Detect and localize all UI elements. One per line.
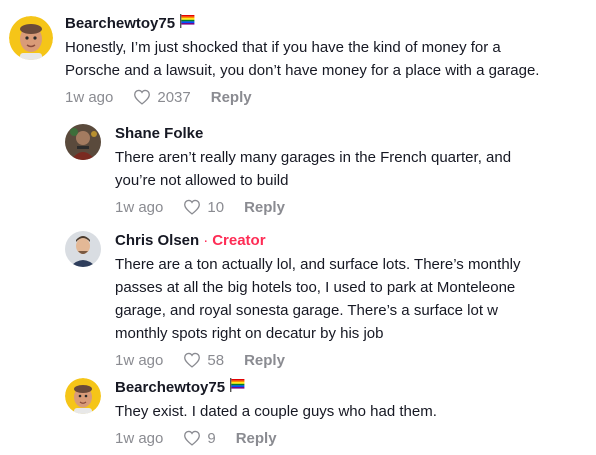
username[interactable]: Shane Folke <box>115 124 203 144</box>
like-button[interactable]: 58 <box>183 352 224 369</box>
timestamp: 1w ago <box>115 198 164 216</box>
comment-text-line: There aren’t really many garages in the … <box>115 149 512 166</box>
avatar[interactable] <box>65 231 101 267</box>
comment-text-line: Porsche and a lawsuit, you don’t have mo… <box>65 62 540 79</box>
heart-icon <box>184 199 201 215</box>
username[interactable]: Chris Olsen <box>115 231 199 251</box>
rainbow-flag-icon <box>179 14 195 34</box>
reply-item: Shane Folke There aren’t really many gar… <box>0 124 596 216</box>
comment-text-line: you’re not allowed to build <box>115 172 289 189</box>
rainbow-flag-icon <box>229 378 245 398</box>
timestamp: 1w ago <box>115 351 164 369</box>
reply-button[interactable]: Reply <box>244 199 285 216</box>
timestamp: 1w ago <box>65 88 114 106</box>
reply-button[interactable]: Reply <box>244 352 285 369</box>
reply-item: Bearchewtoy75 They exist. I dated a coup… <box>0 378 596 448</box>
avatar[interactable] <box>9 16 53 60</box>
reply-button[interactable]: Reply <box>211 89 252 106</box>
avatar[interactable] <box>65 378 101 414</box>
badge-separator: · <box>203 232 209 249</box>
comment-text: Honestly, I’m just shocked that if you h… <box>65 36 588 82</box>
comment-meta: 1w ago 58 Reply <box>115 349 588 371</box>
comment-text-line: monthly spots right on decatur by his jo… <box>115 325 384 342</box>
timestamp: 1w ago <box>115 429 164 447</box>
username[interactable]: Bearchewtoy75 <box>65 14 175 34</box>
like-button[interactable]: 2037 <box>133 88 191 106</box>
comment-text-line: passes at all the big hotels too, I used… <box>115 279 516 296</box>
comment-item: Bearchewtoy75 Honestly, I’m just shocked… <box>0 14 596 106</box>
comment-text-line: garage, and royal sonesta garage. There’… <box>115 302 499 319</box>
creator-badge: Creator <box>212 232 266 249</box>
comment-meta: 1w ago 9 Reply <box>115 427 588 449</box>
heart-icon <box>184 352 201 368</box>
comment-text: There aren’t really many garages in the … <box>115 146 588 192</box>
comment-text-line: Honestly, I’m just shocked that if you h… <box>65 39 501 56</box>
heart-icon <box>134 89 151 105</box>
comment-text: They exist. I dated a couple guys who ha… <box>115 400 588 423</box>
like-count: 9 <box>207 429 216 447</box>
comment-text: There are a ton actually lol, and surfac… <box>115 253 588 345</box>
reply-item: Chris Olsen · Creator There are a ton ac… <box>0 231 596 369</box>
reply-button[interactable]: Reply <box>236 430 277 447</box>
like-button[interactable]: 10 <box>183 199 224 216</box>
like-count: 10 <box>207 198 225 216</box>
comment-meta: 1w ago 2037 Reply <box>65 86 588 108</box>
comment-meta: 1w ago 10 Reply <box>115 196 588 218</box>
comment-text-line: They exist. I dated a couple guys who ha… <box>115 403 437 420</box>
like-count: 58 <box>207 351 225 369</box>
username[interactable]: Bearchewtoy75 <box>115 378 225 398</box>
comment-text-line: There are a ton actually lol, and surfac… <box>115 256 521 273</box>
avatar[interactable] <box>65 124 101 160</box>
heart-icon <box>184 430 201 446</box>
like-count: 2037 <box>157 88 191 106</box>
like-button[interactable]: 9 <box>183 429 216 447</box>
